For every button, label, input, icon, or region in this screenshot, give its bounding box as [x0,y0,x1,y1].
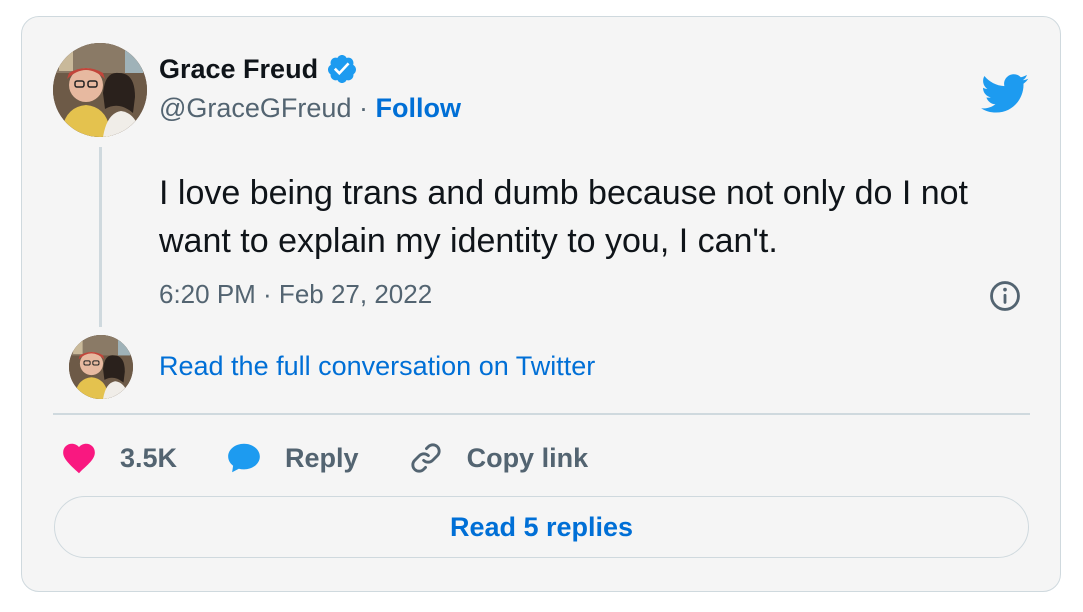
reply-bubble-icon [225,439,263,477]
read-replies-button[interactable]: Read 5 replies [54,496,1029,558]
author-display-name[interactable]: Grace Freud [159,54,318,85]
copy-link-label: Copy link [466,442,589,473]
author-name-row: Grace Freud [159,53,358,85]
like-count: 3.5K [120,442,178,473]
info-icon[interactable] [988,279,1022,313]
copy-link-button[interactable]: Copy link [407,439,589,477]
heart-icon [60,439,98,477]
author-avatar[interactable] [53,43,147,137]
read-full-conversation-link[interactable]: Read the full conversation on Twitter [159,351,595,382]
verified-badge-icon [326,53,358,85]
actions-divider [53,413,1030,415]
twitter-bird-icon[interactable] [981,74,1029,114]
tweet-actions-bar: 3.5K Reply Copy link [60,437,636,479]
thread-connector-line [99,147,102,327]
link-icon [407,439,445,477]
tweet-card: Grace Freud @GraceGFreud · Follow I love… [21,16,1061,592]
handle-separator: · [358,93,376,123]
reply-label: Reply [285,442,359,473]
tweet-text: I love being trans and dumb because not … [159,174,968,260]
author-handle[interactable]: @GraceGFreud [159,93,351,123]
reply-button[interactable]: Reply [225,439,359,477]
like-button[interactable]: 3.5K [60,439,177,477]
reply-avatar[interactable] [69,335,133,399]
follow-button[interactable]: Follow [375,93,460,123]
tweet-timestamp[interactable]: 6:20 PM · Feb 27, 2022 [159,279,432,310]
author-handle-row: @GraceGFreud · Follow [159,93,461,124]
